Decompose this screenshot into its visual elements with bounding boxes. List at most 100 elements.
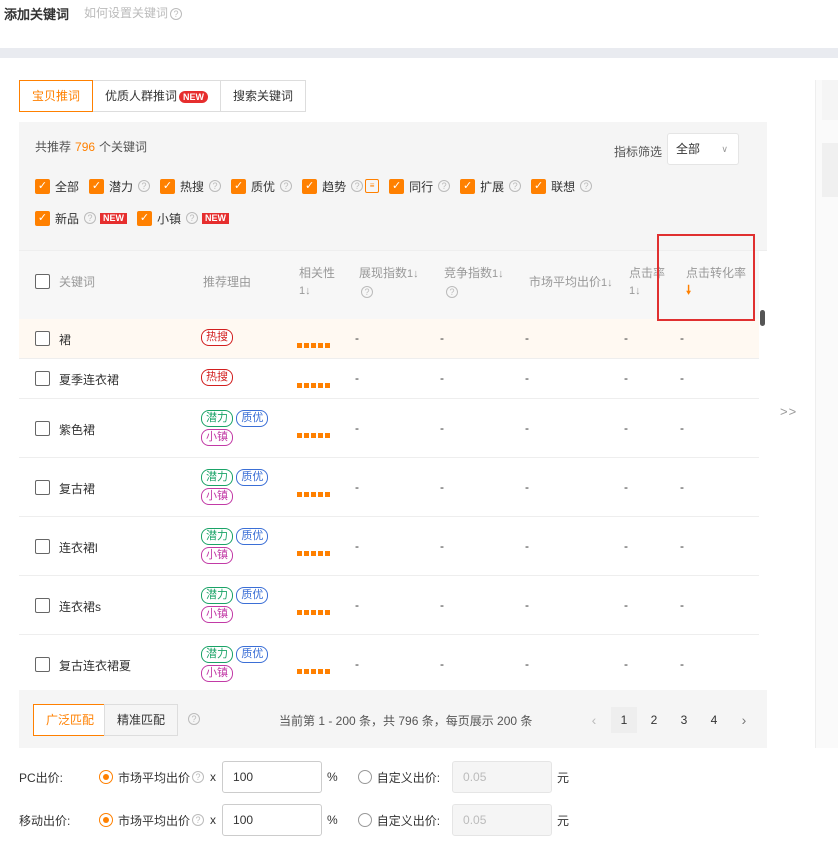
- hot-tag: 热搜: [201, 369, 233, 386]
- checkbox-checked-icon: ✓: [389, 178, 405, 194]
- mobile-custom-input[interactable]: 0.05: [452, 804, 553, 836]
- town-tag: 小镇: [201, 665, 233, 682]
- header-avg-bid[interactable]: 市场平均出价1↓: [529, 274, 613, 292]
- relevance-bars: [297, 545, 330, 559]
- page-2[interactable]: 2: [641, 707, 667, 733]
- cvr-cell: -: [680, 421, 684, 435]
- filter-peer[interactable]: ✓ 同行?: [389, 177, 451, 195]
- metric-filter-select[interactable]: 全部 ∨: [667, 133, 739, 165]
- header-relevance[interactable]: 相关性 1↓: [299, 265, 335, 300]
- filter-potential[interactable]: ✓ 潜力?: [89, 177, 151, 195]
- row-checkbox[interactable]: [35, 598, 50, 613]
- filter-association[interactable]: ✓ 联想?: [531, 177, 593, 195]
- filter-trend[interactable]: ✓ 趋势? ≡: [302, 177, 380, 195]
- mobile-percent-input[interactable]: 100: [222, 804, 323, 836]
- mobile-custom-radio[interactable]: [357, 813, 372, 827]
- quality-tag: 质优: [236, 646, 269, 663]
- row-checkbox[interactable]: [35, 331, 50, 346]
- table-row[interactable]: 紫色裙 潜力 质优 小镇 - - - - -: [19, 399, 759, 458]
- select-all-checkbox[interactable]: [35, 274, 50, 289]
- checkbox-checked-icon: ✓: [35, 178, 50, 194]
- sort-icon: 1↓: [407, 268, 419, 280]
- page-header: 添加关键词 如何设置关键词?: [0, 0, 838, 48]
- currency-unit: 元: [557, 770, 570, 785]
- exact-match-button[interactable]: 精准匹配: [104, 704, 179, 736]
- potential-tag: 潜力: [201, 528, 233, 545]
- header-competition[interactable]: 竞争指数1↓?: [444, 265, 504, 300]
- prev-page-icon[interactable]: ‹: [581, 707, 607, 733]
- filter-town[interactable]: ✓ 小镇? NEW: [137, 209, 230, 227]
- row-checkbox[interactable]: [35, 657, 50, 672]
- header-impression[interactable]: 展现指数1↓?: [359, 265, 419, 300]
- pc-custom-input[interactable]: 0.05: [452, 761, 553, 793]
- table-row[interactable]: 连衣裙s 潜力 质优 小镇 - - - - -: [19, 576, 759, 635]
- relevance-bars: [297, 377, 330, 391]
- page-3[interactable]: 3: [671, 707, 697, 733]
- impression-cell: -: [355, 331, 359, 345]
- relevance-bars: [297, 604, 330, 618]
- reason-cell: 潜力 质优 小镇: [201, 409, 281, 447]
- page-1[interactable]: 1: [611, 707, 637, 733]
- row-checkbox[interactable]: [35, 371, 50, 386]
- pc-percent-input[interactable]: 100: [222, 761, 323, 793]
- reason-filter-row: ✓ 全部 ✓ 潜力? ✓ 热搜? ✓ 质优? ✓ 趋势? ≡ ✓ 同行? ✓ 扩展? ✓ 联想?: [35, 177, 602, 195]
- tab-search-keywords[interactable]: 搜索关键词: [220, 80, 307, 112]
- table-row[interactable]: 裙 热搜 - - - - -: [19, 319, 759, 359]
- broad-match-button[interactable]: 广泛匹配: [33, 704, 108, 736]
- checkbox-checked-icon: ✓: [231, 178, 247, 194]
- cvr-cell: -: [680, 539, 684, 553]
- ctr-cell: -: [624, 421, 628, 435]
- impression-cell: -: [355, 539, 359, 553]
- ctr-cell: -: [624, 331, 628, 345]
- reason-cell: 潜力 质优 小镇: [201, 586, 281, 624]
- question-icon: ?: [186, 212, 199, 224]
- checkbox-checked-icon: ✓: [160, 178, 176, 194]
- cvr-cell: -: [680, 480, 684, 494]
- town-tag: 小镇: [201, 429, 233, 446]
- question-icon[interactable]: ?: [188, 713, 200, 725]
- table-header: 关键词 推荐理由 相关性 1↓ 展现指数1↓? 竞争指数1↓? 市场平均出价1↓ …: [19, 251, 759, 319]
- document-icon[interactable]: ≡: [365, 179, 380, 193]
- help-link[interactable]: 如何设置关键词?: [84, 4, 183, 21]
- potential-tag: 潜力: [201, 646, 233, 663]
- competition-cell: -: [440, 480, 444, 494]
- mobile-bid-row: 移动出价: 市场平均出价 ? x 100 % 自定义出价: 0.05 元: [19, 804, 569, 836]
- avg-bid-cell: -: [525, 421, 529, 435]
- row-checkbox[interactable]: [35, 421, 50, 436]
- keyword-cell: 复古连衣裙夏: [59, 659, 132, 673]
- ctr-cell: -: [624, 371, 628, 385]
- reason-cell: 热搜: [201, 329, 233, 347]
- filter-quality[interactable]: ✓ 质优?: [231, 177, 293, 195]
- question-icon: ?: [192, 771, 205, 783]
- filter-all[interactable]: ✓ 全部: [35, 177, 79, 195]
- keyword-cell: 裙: [59, 333, 72, 347]
- table-row[interactable]: 连衣裙l 潜力 质优 小镇 - - - - -: [19, 517, 759, 576]
- row-checkbox[interactable]: [35, 539, 50, 554]
- town-tag: 小镇: [201, 488, 233, 505]
- table-row[interactable]: 夏季连衣裙 热搜 - - - - -: [19, 359, 759, 399]
- avg-bid-cell: -: [525, 371, 529, 385]
- avg-bid-cell: -: [525, 539, 529, 553]
- table-row[interactable]: 复古连衣裙夏 潜力 质优 小镇 - - - - -: [19, 635, 759, 690]
- tab-item-keywords[interactable]: 宝贝推词: [19, 80, 94, 112]
- ctr-cell: -: [624, 480, 628, 494]
- pc-market-radio[interactable]: [99, 770, 113, 784]
- table-row[interactable]: 复古裙 潜力 质优 小镇 - - - - -: [19, 458, 759, 517]
- filter-expand[interactable]: ✓ 扩展?: [460, 177, 522, 195]
- filter-hot[interactable]: ✓ 热搜?: [160, 177, 222, 195]
- relevance-bars: [297, 663, 330, 677]
- page-4[interactable]: 4: [701, 707, 727, 733]
- row-checkbox[interactable]: [35, 480, 50, 495]
- pc-custom-label: 自定义出价:: [376, 770, 441, 785]
- mobile-market-radio[interactable]: [99, 813, 113, 827]
- expand-panel-button[interactable]: >>: [780, 404, 797, 419]
- checkbox-checked-icon: ✓: [531, 178, 547, 194]
- next-page-icon[interactable]: ›: [731, 707, 757, 733]
- table-scrollbar[interactable]: [760, 310, 765, 326]
- cvr-cell: -: [680, 331, 684, 345]
- keyword-cell: 连衣裙s: [59, 600, 102, 614]
- tab-audience-keywords[interactable]: 优质人群推词 NEW: [92, 80, 222, 112]
- pc-custom-radio[interactable]: [357, 770, 372, 784]
- reason-cell: 潜力 质优 小镇: [201, 468, 281, 506]
- filter-new-product[interactable]: ✓ 新品? NEW: [35, 209, 128, 227]
